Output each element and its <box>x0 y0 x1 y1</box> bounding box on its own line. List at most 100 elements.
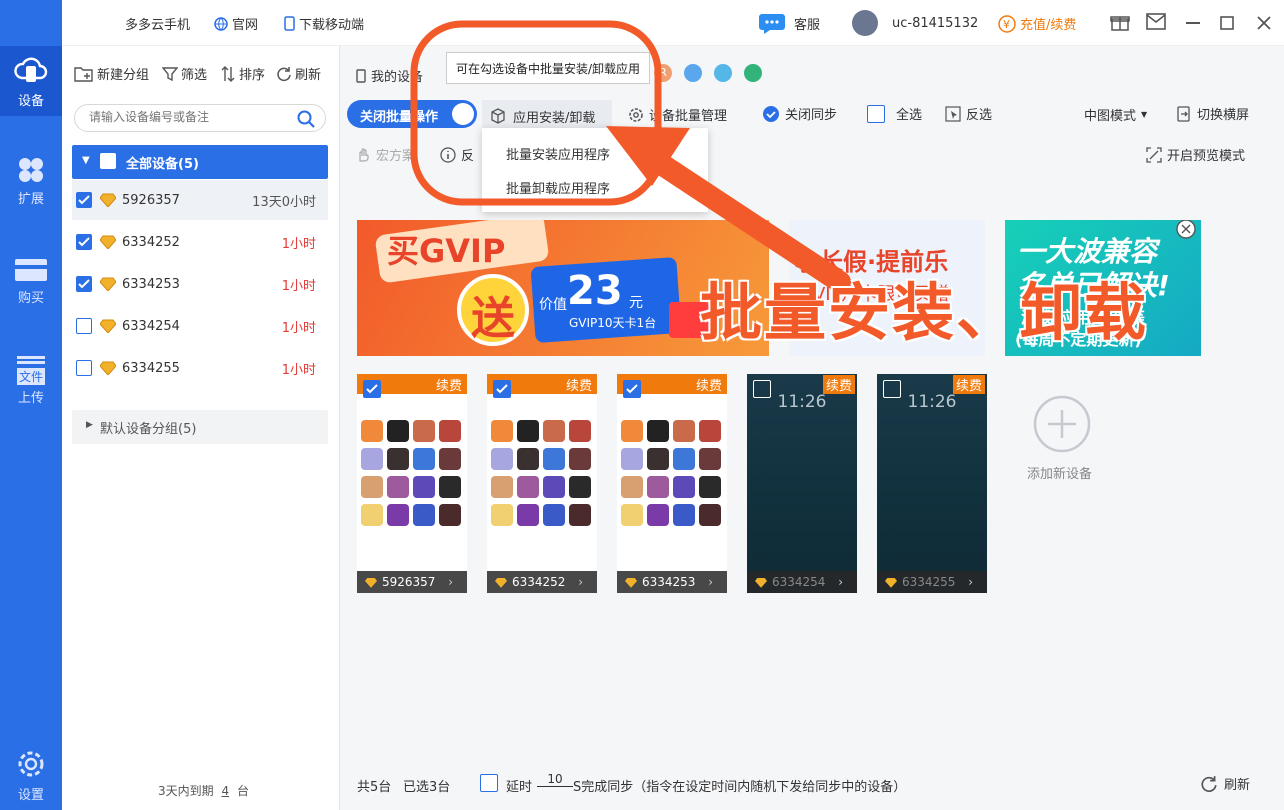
diamond-icon <box>100 235 116 249</box>
download-mobile-link[interactable]: 下载移动端 <box>284 14 364 33</box>
device-list-item[interactable]: 6334253 1小时 <box>72 264 328 304</box>
maximize-button[interactable] <box>1220 16 1234 30</box>
delay-sync-checkbox[interactable] <box>480 774 498 792</box>
device-list-item[interactable]: 6334254 1小时 <box>72 306 328 346</box>
box-icon <box>491 108 505 124</box>
batch-operation-toggle[interactable]: 关闭批量操作 <box>347 100 477 128</box>
batch-install-menu-item[interactable]: 批量安装应用程序 <box>506 144 610 163</box>
phone-footer: 6334255 › <box>877 571 987 593</box>
filter-icon <box>162 66 178 81</box>
app-icon <box>387 420 409 442</box>
yen-icon: ¥ <box>998 14 1016 33</box>
renew-badge[interactable]: 续费 <box>952 375 985 394</box>
recharge-button[interactable]: ¥ 充值/续费 <box>998 14 1076 33</box>
close-sync-button[interactable]: 关闭同步 <box>762 104 837 123</box>
device-checkbox[interactable] <box>76 276 92 292</box>
mail-button[interactable] <box>1146 13 1166 30</box>
diamond-icon <box>365 577 377 588</box>
r-app-icon[interactable]: R <box>654 64 672 82</box>
user-id: uc-81415132 <box>892 15 979 31</box>
footer-refresh-button[interactable]: 刷新 <box>1200 774 1250 793</box>
folder-plus-icon <box>74 66 93 82</box>
minimize-button[interactable] <box>1186 22 1200 25</box>
app-icon <box>491 476 513 498</box>
search-input[interactable] <box>89 110 289 124</box>
batch-uninstall-menu-item[interactable]: 批量卸载应用程序 <box>506 178 610 197</box>
cloud-phone-screen[interactable]: 续费 6334253 › <box>617 374 727 593</box>
sidebar-item-settings[interactable]: 设置 <box>0 740 62 810</box>
feedback-button[interactable]: 反 <box>440 145 474 164</box>
select-all-checkbox[interactable]: 全选 <box>867 104 922 123</box>
batch-manage-button[interactable]: 设备批量管理 <box>628 105 727 124</box>
close-button[interactable] <box>1256 15 1272 31</box>
chat-app-icon[interactable] <box>714 64 732 82</box>
device-list-item[interactable]: 5926357 13天0小时 <box>72 180 328 220</box>
banner-price-prefix: 价值 <box>539 297 567 313</box>
invert-selection-button[interactable]: 反选 <box>945 104 992 123</box>
device-time-remaining: 13天0小时 <box>252 194 316 210</box>
chevron-right-icon[interactable]: › <box>708 575 713 589</box>
app-icon <box>699 504 721 526</box>
app-install-uninstall-button[interactable]: 应用安装/卸载 <box>482 100 612 130</box>
view-mode-select[interactable]: 中图模式 ▼ <box>1084 105 1147 124</box>
phone-checkbox[interactable] <box>623 380 641 398</box>
link-app-icon[interactable] <box>684 64 702 82</box>
default-group[interactable]: ▶ 默认设备分组(5) <box>72 410 328 444</box>
sidebar-item-buy[interactable]: 购买 <box>0 246 62 316</box>
sort-button[interactable]: 排序 <box>220 64 265 83</box>
app-shortcut-icons: R <box>654 64 762 82</box>
search-icon[interactable] <box>297 110 315 128</box>
switch-landscape-button[interactable]: 切换横屏 <box>1176 104 1249 123</box>
app-icon <box>491 504 513 526</box>
website-link[interactable]: 官网 <box>214 14 258 33</box>
phone-checkbox[interactable] <box>493 380 511 398</box>
sidebar-item-devices[interactable]: 设备 <box>0 46 62 116</box>
new-group-button[interactable]: 新建分组 <box>74 64 149 83</box>
device-checkbox[interactable] <box>76 192 92 208</box>
all-devices-checkbox[interactable] <box>100 153 116 169</box>
delay-input[interactable]: 10 <box>537 772 573 787</box>
renew-badge[interactable]: 续费 <box>692 375 725 394</box>
chevron-right-icon[interactable]: › <box>448 575 453 589</box>
sidebar-item-extend[interactable]: 扩展 <box>0 146 62 216</box>
device-checkbox[interactable] <box>76 318 92 334</box>
add-device-button[interactable] <box>1032 394 1092 454</box>
cloud-phone-screen[interactable]: 续费 6334252 › <box>487 374 597 593</box>
all-devices-group[interactable]: ▼ 全部设备(5) <box>72 145 328 179</box>
app-icon <box>491 420 513 442</box>
cloud-phone-screen[interactable]: 11:26 续费 6334255 › <box>877 374 987 593</box>
phone-checkbox[interactable] <box>883 380 901 398</box>
macro-button[interactable]: 宏方案 <box>355 145 415 164</box>
phone-checkbox[interactable] <box>753 380 771 398</box>
close-icon[interactable] <box>1175 220 1197 240</box>
share-app-icon[interactable] <box>744 64 762 82</box>
device-checkbox[interactable] <box>76 234 92 250</box>
chevron-right-icon[interactable]: › <box>838 575 843 589</box>
sidebar-item-upload[interactable]: 文件 上传 <box>0 346 62 416</box>
add-device-label: 添加新设备 <box>1027 467 1093 482</box>
app-icon <box>543 420 565 442</box>
device-checkbox[interactable] <box>76 360 92 376</box>
device-list-item[interactable]: 6334255 1小时 <box>72 348 328 388</box>
preview-mode-button[interactable]: 开启预览模式 <box>1146 145 1245 164</box>
sort-icon <box>221 65 235 82</box>
total-count: 共5台 <box>357 780 392 795</box>
app-icon <box>413 420 435 442</box>
my-devices-tab[interactable]: 我的设备 <box>356 66 423 85</box>
app-icon <box>439 420 461 442</box>
renew-badge[interactable]: 续费 <box>432 375 465 394</box>
device-list-item[interactable]: 6334252 1小时 <box>72 222 328 262</box>
phone-footer: 6334254 › <box>747 571 857 593</box>
cloud-phone-screen[interactable]: 11:26 续费 6334254 › <box>747 374 857 593</box>
gift-button[interactable] <box>1110 12 1130 32</box>
refresh-list-button[interactable]: 刷新 <box>276 64 321 83</box>
chevron-right-icon[interactable]: › <box>968 575 973 589</box>
customer-service-button[interactable]: 客服 <box>758 11 820 35</box>
renew-badge[interactable]: 续费 <box>822 375 855 394</box>
phone-checkbox[interactable] <box>363 380 381 398</box>
chevron-right-icon[interactable]: › <box>578 575 583 589</box>
renew-badge[interactable]: 续费 <box>562 375 595 394</box>
filter-button[interactable]: 筛选 <box>162 64 207 83</box>
cloud-phone-screen[interactable]: 续费 5926357 › <box>357 374 467 593</box>
user-account[interactable]: uc-81415132 <box>852 10 978 36</box>
